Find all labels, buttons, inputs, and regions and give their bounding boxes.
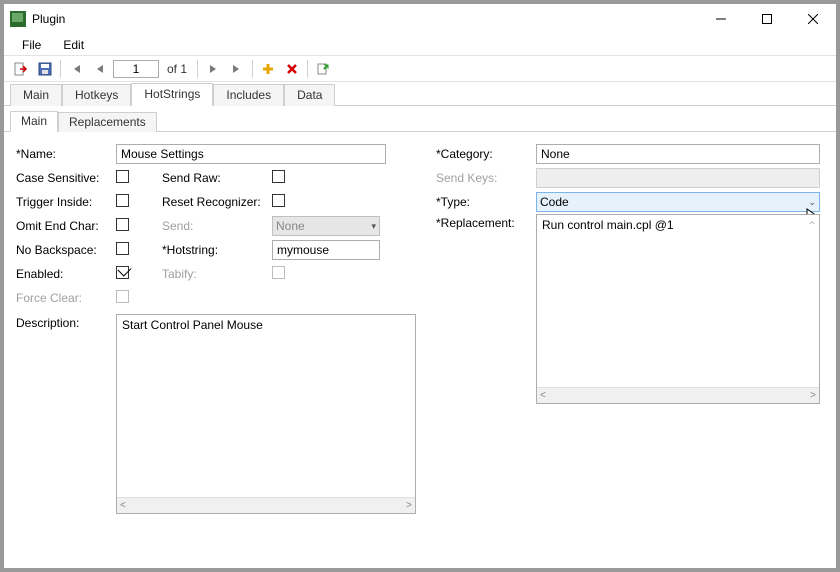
separator bbox=[307, 60, 308, 78]
refresh-button[interactable] bbox=[312, 58, 334, 80]
page-number-input[interactable] bbox=[113, 60, 159, 78]
menu-edit[interactable]: Edit bbox=[53, 36, 94, 54]
tab-main[interactable]: Main bbox=[10, 84, 62, 106]
inner-tabbar: Main Replacements bbox=[4, 110, 836, 132]
label-name: *Name: bbox=[16, 147, 116, 161]
menu-file[interactable]: File bbox=[12, 36, 51, 54]
case-sensitive-checkbox[interactable] bbox=[116, 170, 129, 183]
tab-hotstrings[interactable]: HotStrings bbox=[131, 83, 213, 106]
delete-button[interactable] bbox=[281, 58, 303, 80]
replacement-textarea[interactable]: ⌃ Run control main.cpl @1 <> bbox=[536, 214, 820, 404]
window-title: Plugin bbox=[32, 12, 65, 26]
send-raw-checkbox[interactable] bbox=[272, 170, 285, 183]
nav-last-button[interactable] bbox=[226, 58, 248, 80]
nav-first-button[interactable] bbox=[65, 58, 87, 80]
label-case-sensitive: Case Sensitive: bbox=[16, 171, 116, 185]
titlebar: Plugin bbox=[4, 4, 836, 34]
category-input[interactable] bbox=[536, 144, 820, 164]
label-enabled: Enabled: bbox=[16, 267, 116, 281]
app-icon bbox=[10, 11, 26, 27]
separator bbox=[197, 60, 198, 78]
enabled-checkbox[interactable] bbox=[116, 266, 129, 279]
send-dropdown-value: None bbox=[276, 219, 305, 233]
label-type: *Type: bbox=[436, 195, 536, 209]
label-reset-recognizer: Reset Recognizer: bbox=[162, 195, 272, 209]
separator bbox=[252, 60, 253, 78]
horizontal-scrollbar[interactable]: <> bbox=[117, 497, 415, 513]
omit-end-char-checkbox[interactable] bbox=[116, 218, 129, 231]
label-trigger-inside: Trigger Inside: bbox=[16, 195, 116, 209]
label-hotstring: *Hotstring: bbox=[162, 243, 272, 257]
replacement-value: Run control main.cpl @1 bbox=[542, 218, 814, 390]
outer-tabbar: Main Hotkeys HotStrings Includes Data bbox=[4, 82, 836, 106]
label-tabify: Tabify: bbox=[162, 267, 272, 281]
separator bbox=[60, 60, 61, 78]
description-textarea[interactable]: Start Control Panel Mouse <> bbox=[116, 314, 416, 514]
form-content: *Name: Case Sensitive: Send Raw: Trigger… bbox=[4, 132, 836, 568]
description-value: Start Control Panel Mouse bbox=[122, 318, 410, 500]
horizontal-scrollbar[interactable]: <> bbox=[537, 387, 819, 403]
hotstring-input[interactable] bbox=[272, 240, 380, 260]
minimize-button[interactable] bbox=[698, 4, 744, 34]
page-of-label: of 1 bbox=[167, 62, 187, 76]
tab-data[interactable]: Data bbox=[284, 84, 335, 106]
name-input[interactable] bbox=[116, 144, 386, 164]
force-clear-checkbox bbox=[116, 290, 129, 303]
type-dropdown-value: Code bbox=[540, 195, 569, 209]
label-send: Send: bbox=[162, 219, 272, 233]
send-dropdown: None ▾ bbox=[272, 216, 380, 236]
maximize-button[interactable] bbox=[744, 4, 790, 34]
label-no-backspace: No Backspace: bbox=[16, 243, 116, 257]
no-backspace-checkbox[interactable] bbox=[116, 242, 129, 255]
inner-tab-main[interactable]: Main bbox=[10, 111, 58, 132]
inner-tab-replacements[interactable]: Replacements bbox=[58, 112, 157, 132]
nav-next-button[interactable] bbox=[202, 58, 224, 80]
type-dropdown[interactable]: Code ⌄ bbox=[536, 192, 820, 212]
label-description: Description: bbox=[16, 314, 116, 330]
label-send-raw: Send Raw: bbox=[162, 171, 272, 185]
import-button[interactable] bbox=[10, 58, 32, 80]
add-button[interactable] bbox=[257, 58, 279, 80]
trigger-inside-checkbox[interactable] bbox=[116, 194, 129, 207]
save-button[interactable] bbox=[34, 58, 56, 80]
label-omit-end-char: Omit End Char: bbox=[16, 219, 116, 233]
label-replacement: *Replacement: bbox=[436, 214, 536, 230]
menubar: File Edit bbox=[4, 34, 836, 56]
label-category: *Category: bbox=[436, 147, 536, 161]
label-send-keys: Send Keys: bbox=[436, 171, 536, 185]
tab-hotkeys[interactable]: Hotkeys bbox=[62, 84, 131, 106]
label-force-clear: Force Clear: bbox=[16, 291, 116, 305]
chevron-down-icon: ⌄ bbox=[808, 197, 816, 208]
send-keys-input bbox=[536, 168, 820, 188]
nav-prev-button[interactable] bbox=[89, 58, 111, 80]
close-button[interactable] bbox=[790, 4, 836, 34]
vertical-scroll-up-icon[interactable]: ⌃ bbox=[807, 219, 817, 233]
chevron-down-icon: ▾ bbox=[371, 221, 376, 232]
toolbar: of 1 bbox=[4, 56, 836, 82]
tab-includes[interactable]: Includes bbox=[213, 84, 284, 106]
reset-recognizer-checkbox[interactable] bbox=[272, 194, 285, 207]
tabify-checkbox bbox=[272, 266, 285, 279]
